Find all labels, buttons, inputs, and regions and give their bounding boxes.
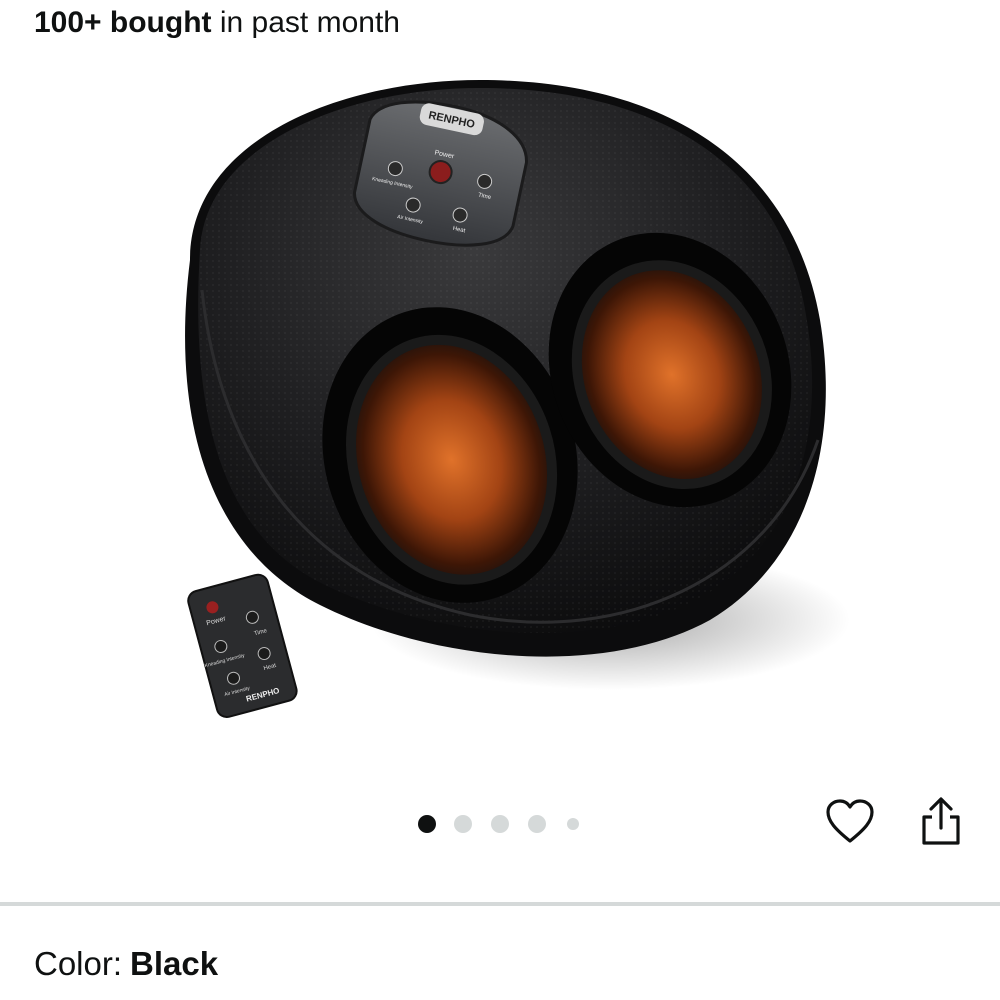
wishlist-button[interactable] (822, 798, 878, 850)
share-button[interactable] (916, 796, 966, 852)
carousel-dot[interactable] (528, 815, 546, 833)
bought-suffix: in past month (219, 6, 400, 39)
heart-icon (825, 798, 875, 850)
carousel-dot[interactable] (491, 815, 509, 833)
color-label: Color: (34, 945, 123, 982)
carousel-dot[interactable] (567, 818, 579, 830)
section-divider (0, 902, 1000, 906)
bought-count: 100+ bought (34, 6, 212, 39)
color-variant[interactable]: Color: Black (34, 942, 218, 986)
carousel-dot[interactable] (454, 815, 472, 833)
color-value: Black (130, 945, 219, 982)
carousel-dot[interactable] (418, 815, 436, 833)
bought-in-past-month: 100+ bought in past month (34, 4, 400, 42)
product-detail-page: 100+ bought in past month RENPHO Power T… (0, 0, 1000, 1000)
remote-control: Power Time Kneading Intensity Heat Air I… (187, 573, 298, 719)
product-image-foot-massager[interactable]: RENPHO Power Time Heat Air Intensity Kne… (150, 60, 850, 740)
share-icon (919, 796, 963, 853)
